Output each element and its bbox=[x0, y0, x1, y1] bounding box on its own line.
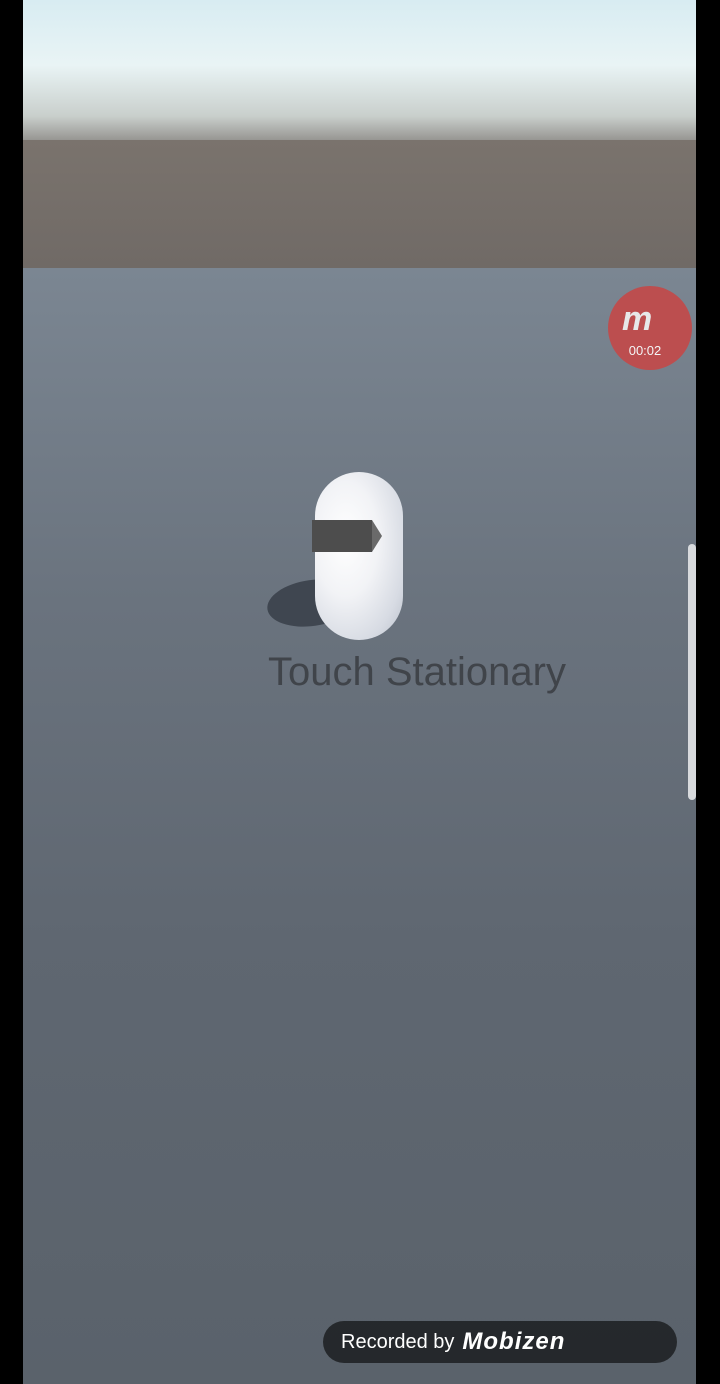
player-visor-side bbox=[372, 520, 382, 552]
game-viewport[interactable]: Touch Stationary bbox=[23, 0, 696, 1384]
touch-status-text: Touch Stationary bbox=[268, 650, 566, 694]
player-capsule-icon bbox=[315, 472, 403, 640]
record-timer: 00:02 bbox=[628, 343, 662, 358]
watermark-text: Recorded by bbox=[341, 1330, 455, 1353]
mobizen-logo: Mobizen bbox=[462, 1328, 566, 1355]
mobizen-record-icon: m bbox=[622, 300, 652, 338]
recording-watermark: Recorded by Mobizen bbox=[323, 1321, 677, 1363]
skybox bbox=[23, 0, 696, 145]
horizon-band bbox=[23, 140, 696, 268]
mobizen-record-button[interactable]: m 00:02 bbox=[608, 286, 692, 370]
player-visor bbox=[312, 520, 372, 552]
screen-frame: Touch Stationary m 00:02 Recorded by Mob… bbox=[0, 0, 720, 1384]
ground-plane bbox=[23, 268, 696, 1384]
edge-panel-handle[interactable] bbox=[688, 544, 696, 800]
